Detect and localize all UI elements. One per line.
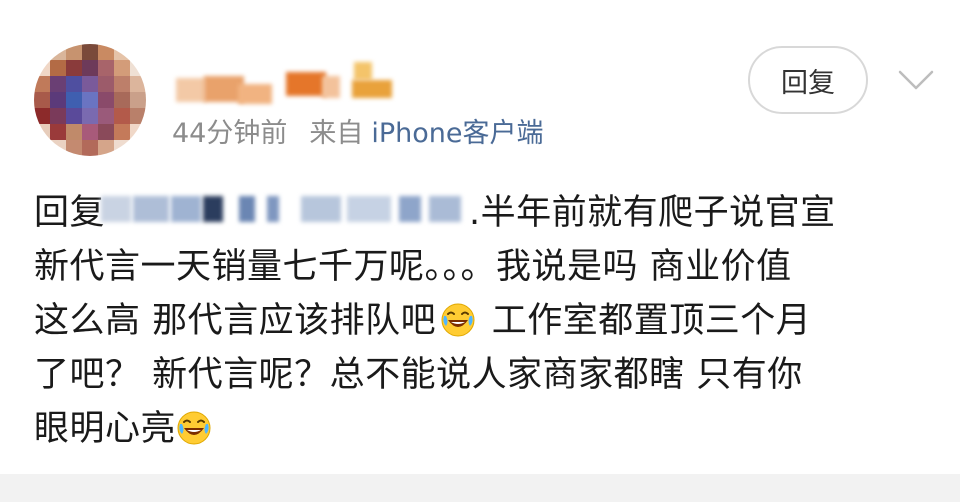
avatar-tile xyxy=(114,140,130,156)
avatar-tile xyxy=(50,92,66,108)
avatar-tile xyxy=(114,108,130,124)
avatar-tile xyxy=(98,92,114,108)
avatar-tile xyxy=(66,140,82,156)
avatar-tile xyxy=(34,108,50,124)
timestamp: 44分钟前 xyxy=(172,118,288,149)
avatar-tile xyxy=(114,76,130,92)
avatar-tile xyxy=(50,108,66,124)
avatar[interactable] xyxy=(34,44,146,156)
avatar-tile xyxy=(66,92,82,108)
avatar-tile xyxy=(130,124,146,140)
avatar-tile xyxy=(114,44,130,60)
avatar-tile xyxy=(34,92,50,108)
comment-text: 这么高 那代言应该排队吧 xyxy=(34,301,437,341)
comment-text: .半年前就有爬子说官宣 xyxy=(469,193,836,233)
comment-body: 回复 .半年前就有爬子说官宣 新代言一天销量七千万呢。。。我说是吗 商业价值 这… xyxy=(34,186,934,456)
avatar-tile xyxy=(98,124,114,140)
avatar-tile xyxy=(130,92,146,108)
reply-button[interactable]: 回复 xyxy=(748,46,868,114)
avatar-tile xyxy=(50,124,66,140)
avatar-tile xyxy=(82,44,98,60)
avatar-tile xyxy=(50,76,66,92)
comment-text: 眼明心亮 xyxy=(34,409,177,449)
comment-line: 了吧？ 新代言呢？总不能说人家商家都瞎 只有你 xyxy=(34,355,803,395)
avatar-tile xyxy=(34,60,50,76)
avatar-tile xyxy=(130,44,146,60)
avatar-tile xyxy=(50,140,66,156)
avatar-tile xyxy=(50,44,66,60)
avatar-tile xyxy=(82,60,98,76)
avatar-tile xyxy=(82,108,98,124)
avatar-tile xyxy=(114,124,130,140)
avatar-tile xyxy=(130,140,146,156)
laughing-crying-emoji-icon xyxy=(441,303,475,337)
avatar-tile xyxy=(130,108,146,124)
comment-line: 新代言一天销量七千万呢。。。我说是吗 商业价值 xyxy=(34,247,792,287)
avatar-tile xyxy=(82,140,98,156)
avatar-tile xyxy=(34,76,50,92)
avatar-tile xyxy=(50,60,66,76)
avatar-tile xyxy=(34,124,50,140)
avatar-tile xyxy=(98,76,114,92)
comment-card: 44分钟前 来自 iPhone客户端 回复 回复 .半年前就有爬子说官宣 新代言一天… xyxy=(0,0,960,474)
mention-redacted[interactable] xyxy=(101,192,469,228)
avatar-tile xyxy=(66,76,82,92)
avatar-tile xyxy=(66,44,82,60)
reply-prefix: 回复 xyxy=(34,193,106,233)
laughing-crying-emoji-icon xyxy=(177,411,211,445)
avatar-tile xyxy=(66,60,82,76)
avatar-tile xyxy=(82,124,98,140)
source-device-link[interactable]: iPhone客户端 xyxy=(371,118,543,149)
avatar-tile xyxy=(114,60,130,76)
avatar-tile xyxy=(114,92,130,108)
comment-line: 这么高 那代言应该排队吧 工作室都置顶三个月 xyxy=(34,294,934,348)
avatar-tile xyxy=(66,108,82,124)
username-blurred[interactable] xyxy=(176,62,406,108)
avatar-tile xyxy=(98,44,114,60)
comment-text: 工作室都置顶三个月 xyxy=(480,301,812,341)
avatar-tile xyxy=(130,76,146,92)
comment-line: 眼明心亮 xyxy=(34,402,934,456)
avatar-tile xyxy=(98,140,114,156)
comment-line: 回复 .半年前就有爬子说官宣 xyxy=(34,186,934,240)
comment-meta: 44分钟前 来自 iPhone客户端 xyxy=(172,114,544,154)
avatar-tile xyxy=(98,108,114,124)
avatar-tile xyxy=(98,60,114,76)
avatar-tile xyxy=(82,92,98,108)
avatar-tile xyxy=(82,76,98,92)
source-label: 来自 xyxy=(309,118,364,149)
avatar-tile xyxy=(34,140,50,156)
avatar-tile xyxy=(66,124,82,140)
chevron-down-icon[interactable] xyxy=(894,58,938,102)
avatar-tile xyxy=(34,44,50,60)
avatar-tile xyxy=(130,60,146,76)
